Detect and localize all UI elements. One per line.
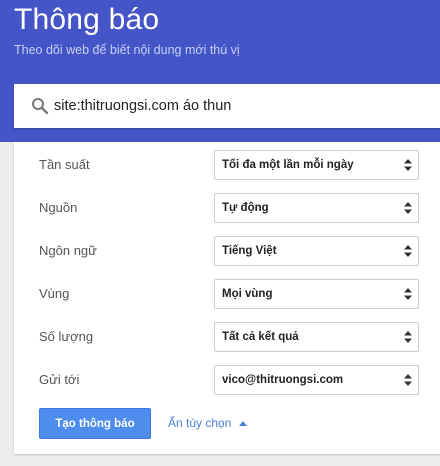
frequency-label: Tần suất — [39, 157, 90, 172]
region-label: Vùng — [39, 286, 70, 301]
quantity-label: Số lượng — [39, 329, 94, 344]
caret-up-icon — [239, 421, 248, 426]
page-subtitle: Theo dõi web để biết nội dung mới thú vị — [14, 43, 240, 57]
source-value: Tự động — [222, 202, 269, 214]
select-arrows-icon — [404, 374, 412, 386]
search-box[interactable] — [14, 84, 440, 128]
select-arrows-icon — [404, 202, 412, 214]
deliver-to-label: Gửi tới — [39, 372, 80, 387]
select-arrows-icon — [404, 331, 412, 343]
frequency-select[interactable]: Tối đa một lần mỗi ngày — [214, 150, 419, 180]
option-row-deliver-to: Gửi tới vico@thitruongsi.com — [14, 365, 440, 395]
hide-options-link[interactable]: Ẩn tùy chọn — [168, 408, 248, 439]
source-select[interactable]: Tự động — [214, 193, 419, 223]
create-alert-button[interactable]: Tạo thông báo — [39, 408, 151, 439]
region-value: Mọi vùng — [222, 288, 273, 300]
language-label: Ngôn ngữ — [39, 243, 97, 258]
page-title: Thông báo — [14, 3, 160, 36]
region-select[interactable]: Mọi vùng — [214, 279, 419, 309]
search-icon — [32, 98, 49, 115]
hide-options-label: Ẩn tùy chọn — [168, 416, 232, 430]
quantity-select[interactable]: Tất cả kết quả — [214, 322, 419, 352]
select-arrows-icon — [404, 159, 412, 171]
select-arrows-icon — [404, 288, 412, 300]
option-row-region: Vùng Mọi vùng — [14, 279, 440, 309]
frequency-value: Tối đa một lần mỗi ngày — [222, 159, 354, 171]
source-label: Nguồn — [39, 200, 78, 215]
language-select[interactable]: Tiếng Việt — [214, 236, 419, 266]
option-row-source: Nguồn Tự động — [14, 193, 440, 223]
option-row-language: Ngôn ngữ Tiếng Việt — [14, 236, 440, 266]
deliver-to-select[interactable]: vico@thitruongsi.com — [214, 365, 419, 395]
quantity-value: Tất cả kết quả — [222, 331, 299, 343]
deliver-to-value: vico@thitruongsi.com — [222, 374, 344, 386]
search-input[interactable] — [54, 84, 434, 128]
language-value: Tiếng Việt — [222, 245, 277, 257]
options-panel: Tần suất Tối đa một lần mỗi ngày Nguồn T… — [14, 142, 440, 454]
select-arrows-icon — [404, 245, 412, 257]
option-row-quantity: Số lượng Tất cả kết quả — [14, 322, 440, 352]
option-row-frequency: Tần suất Tối đa một lần mỗi ngày — [14, 150, 440, 180]
